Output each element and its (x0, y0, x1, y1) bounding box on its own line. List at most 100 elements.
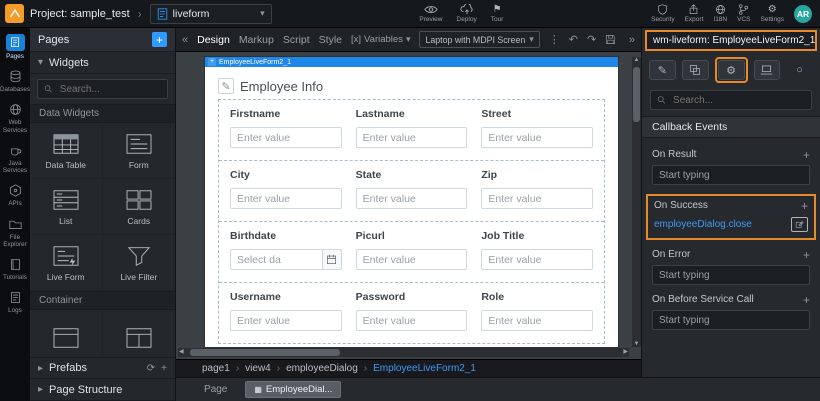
scroll-down-icon[interactable]: ▼ (632, 341, 641, 347)
firstname-input[interactable] (230, 127, 342, 148)
picurl-input[interactable] (356, 249, 468, 270)
i18n-button[interactable]: I18N (713, 4, 727, 23)
widget-live-filter[interactable]: Live Filter (103, 235, 176, 291)
collapse-left-panel-icon[interactable]: « (182, 34, 188, 46)
events-search-input[interactable] (671, 94, 805, 107)
pages-header-label: Pages (38, 34, 152, 46)
add-on-result-button[interactable]: + (803, 150, 810, 160)
variables-dropdown[interactable]: [x] Variables ▾ (351, 34, 410, 45)
styles-tab[interactable] (682, 60, 709, 80)
widget-cards[interactable]: Cards (103, 179, 176, 235)
security-button[interactable]: Security (651, 4, 674, 23)
password-input[interactable] (356, 310, 468, 331)
prefabs-accordion-header[interactable]: ▸ Prefabs ⟳ + (30, 357, 175, 379)
redo-icon[interactable]: ↷ (587, 33, 596, 46)
add-on-success-button[interactable]: + (801, 201, 808, 211)
widget-data-table[interactable]: Data Table (30, 123, 103, 179)
widget-container-2[interactable] (103, 310, 176, 357)
page-selector-dropdown[interactable]: liveform ▾ (150, 4, 272, 24)
vertical-scroll-thumb[interactable] (633, 67, 640, 122)
city-input[interactable] (230, 188, 342, 209)
bottom-tab-page[interactable]: Page (204, 384, 227, 395)
settings-button[interactable]: ⚙ Settings (761, 4, 785, 23)
on-result-input[interactable] (652, 165, 810, 185)
breadcrumb-view4[interactable]: view4 (245, 363, 271, 374)
preview-button[interactable]: Preview (419, 4, 442, 23)
tab-style[interactable]: Style (319, 34, 342, 46)
tab-design[interactable]: Design (197, 34, 230, 46)
collapse-right-panel-icon[interactable]: » (629, 34, 635, 46)
rail-item-java-services[interactable]: Java Services (0, 139, 30, 179)
vcs-button[interactable]: VCS (737, 4, 750, 23)
rail-item-web-services[interactable]: Web Services (0, 98, 30, 138)
widget-search-input[interactable] (58, 83, 161, 96)
events-tab[interactable]: ⚙ (718, 60, 745, 80)
state-tab[interactable]: ○ (786, 60, 813, 80)
on-before-service-call-input[interactable] (652, 310, 810, 330)
edit-handler-button[interactable] (791, 217, 808, 232)
breadcrumb-page1[interactable]: page1 (202, 363, 230, 374)
add-on-error-button[interactable]: + (803, 250, 810, 260)
page-structure-accordion-header[interactable]: ▸ Page Structure (30, 379, 175, 401)
street-input[interactable] (481, 127, 593, 148)
horizontal-scroll-thumb[interactable] (190, 349, 340, 356)
widget-list[interactable]: List (30, 179, 103, 235)
on-success-handler-link[interactable]: employeeDialog.close (654, 219, 752, 230)
role-input[interactable] (481, 310, 593, 331)
tour-button[interactable]: ⚑ Tour (491, 4, 504, 23)
selected-widget-bar[interactable]: + EmployeeLiveForm2_1 (205, 57, 618, 67)
chevron-down-icon: ▾ (38, 57, 43, 68)
save-icon[interactable] (605, 34, 616, 45)
birthdate-input[interactable] (230, 249, 322, 270)
add-prefab-button[interactable]: + (161, 363, 167, 374)
horizontal-scrollbar[interactable]: ◀ ▶ (178, 348, 629, 357)
username-input[interactable] (230, 310, 342, 331)
undo-icon[interactable]: ↶ (569, 33, 578, 46)
device-selector-dropdown[interactable]: Laptop with MDPI Screen ▾ (419, 31, 539, 48)
widgets-accordion-header[interactable]: ▾ Widgets (30, 52, 175, 74)
jobtitle-input[interactable] (481, 249, 593, 270)
zip-input[interactable] (481, 188, 593, 209)
widget-live-form[interactable]: Live Form (30, 235, 103, 291)
canvas-page[interactable]: + EmployeeLiveForm2_1 ✎ Employee Info Fi… (205, 57, 618, 347)
refresh-icon[interactable]: ⟳ (147, 363, 155, 374)
rail-item-file-explorer[interactable]: File Explorer (0, 213, 30, 253)
on-error-input[interactable] (652, 265, 810, 285)
rail-item-databases[interactable]: Databases (0, 65, 30, 98)
pages-panel-header: Pages + (30, 28, 175, 52)
vertical-scrollbar[interactable]: ▲ ▼ (632, 57, 641, 347)
app-logo-icon[interactable] (5, 4, 24, 23)
calendar-button[interactable] (322, 249, 342, 270)
rail-item-logs[interactable]: Logs (0, 286, 30, 319)
breadcrumb-employeeliveform[interactable]: EmployeeLiveForm2_1 (373, 363, 476, 374)
chevron-separator-icon: › (138, 7, 142, 21)
user-avatar[interactable]: AR (794, 5, 812, 23)
breadcrumb-employeedialog[interactable]: employeeDialog (286, 363, 358, 374)
export-button[interactable]: Export (685, 4, 704, 23)
properties-tab[interactable]: ✎ (649, 60, 676, 80)
chevron-down-icon: ▾ (406, 34, 411, 45)
tab-script[interactable]: Script (283, 34, 310, 46)
rail-item-pages[interactable]: Pages (0, 30, 30, 65)
bottom-tab-employeedialog[interactable]: ▦ EmployeeDial... (245, 381, 341, 398)
widget-form[interactable]: Form (103, 123, 176, 179)
form-fields-area: Firstname Lastname Street (218, 99, 605, 344)
widgets-header-label: Widgets (49, 57, 167, 69)
rail-item-apis[interactable]: APIs (0, 179, 30, 212)
scroll-right-icon[interactable]: ▶ (623, 348, 628, 357)
widget-search-box[interactable] (37, 79, 168, 99)
rail-item-tutorials[interactable]: Tutorials (0, 253, 30, 286)
widget-container-1[interactable] (30, 310, 103, 357)
deploy-button[interactable]: Deploy (457, 4, 477, 23)
more-options-icon[interactable]: ⋮ (549, 33, 560, 46)
add-page-button[interactable]: + (152, 32, 167, 47)
scroll-left-icon[interactable]: ◀ (179, 348, 184, 357)
tab-markup[interactable]: Markup (239, 34, 274, 46)
events-search-box[interactable] (650, 90, 812, 110)
scroll-up-icon[interactable]: ▲ (632, 57, 641, 63)
lastname-input[interactable] (356, 127, 468, 148)
add-on-before-service-call-button[interactable]: + (803, 295, 810, 305)
live-form-icon (52, 244, 80, 268)
state-input[interactable] (356, 188, 468, 209)
device-tab[interactable] (754, 60, 781, 80)
